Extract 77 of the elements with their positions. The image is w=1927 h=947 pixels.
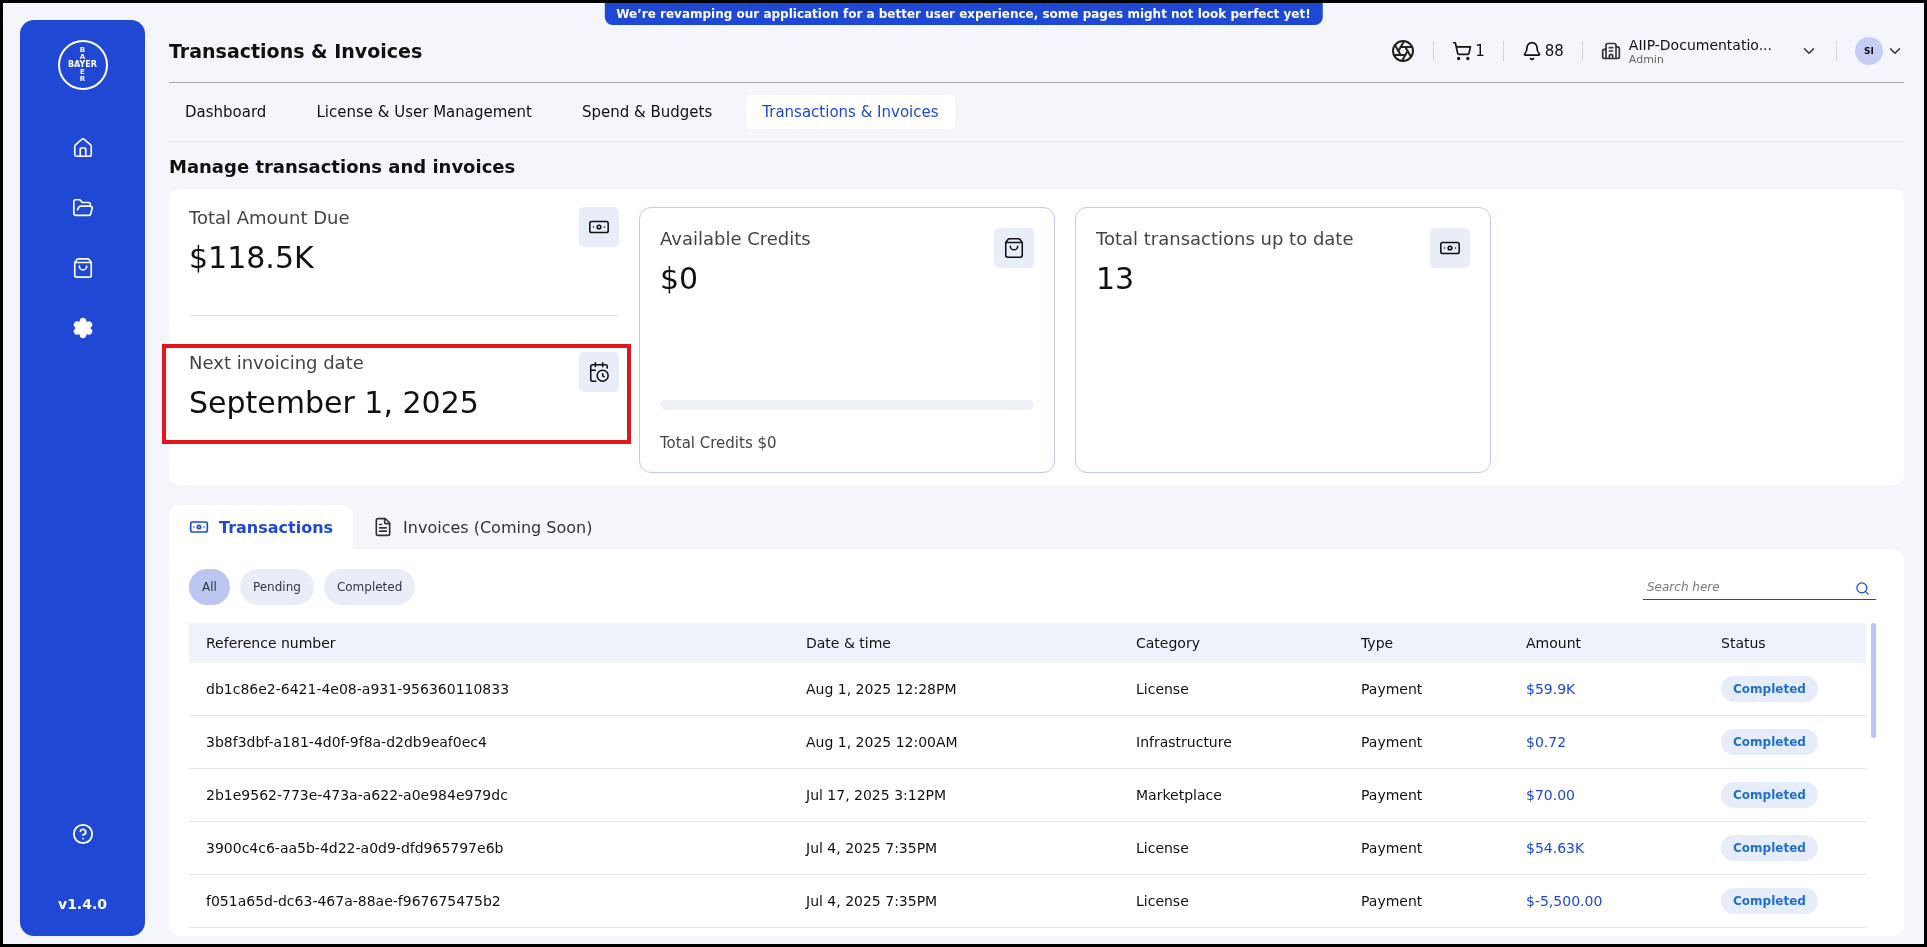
announcement-banner: We’re revamping our application for a better user experience, some pages might not look perfect yet!: [604, 3, 1323, 25]
version-label: v1.4.0: [58, 896, 107, 912]
stat-value: 13: [1096, 261, 1136, 296]
organization-name: AIIP-Documentatio...: [1628, 36, 1772, 53]
status-badge: Completed: [1721, 782, 1818, 808]
column-header: Status: [1704, 623, 1866, 663]
nav-tab[interactable]: License & User Management: [300, 95, 548, 129]
table-cell: f051a65d-dc63-467a-88ae-f967675475b2: [189, 875, 789, 928]
banknote-icon: [579, 207, 619, 247]
status-badge: Completed: [1721, 835, 1818, 861]
filter-chip[interactable]: All: [189, 569, 230, 605]
table-cell: 2b1e9562-773e-473a-a622-a0e984e979dc: [189, 769, 789, 822]
scrollbar[interactable]: [1871, 623, 1876, 738]
table-cell: 3900c4c6-aa5b-4d22-a0d9-dfd965797e6b: [189, 822, 789, 875]
table-cell: Aug 1, 2025 12:00AM: [789, 716, 1119, 769]
table-cell: License: [1119, 822, 1344, 875]
status-badge: Completed: [1721, 888, 1818, 914]
table-cell: Marketplace: [1119, 769, 1344, 822]
filter-chip[interactable]: Completed: [323, 569, 416, 605]
table-cell: Jul 4, 2025 7:35PM: [789, 875, 1119, 928]
table-cell: License: [1119, 875, 1344, 928]
building-icon: [1600, 41, 1621, 61]
stat-label: Available Credits: [660, 228, 811, 249]
amount-cell: $0.72: [1509, 716, 1704, 769]
table-cell: Payment: [1344, 875, 1509, 928]
stat-value: September 1, 2025: [189, 385, 479, 420]
stat-value: $0: [660, 261, 700, 296]
stat-label: Total transactions up to date: [1096, 228, 1354, 249]
bell-icon: [1521, 41, 1542, 61]
bag-icon: [994, 228, 1034, 268]
page-title: Transactions & Invoices: [169, 40, 424, 62]
filter-chip[interactable]: Pending: [239, 569, 314, 605]
nav-tab[interactable]: Transactions & Invoices: [746, 95, 955, 129]
cart-icon: [1452, 41, 1473, 61]
column-header: Type: [1344, 623, 1509, 663]
amount-cell: $70.00: [1509, 769, 1704, 822]
banknote-icon: [1430, 228, 1470, 268]
amount-cell: $-5,500.00: [1509, 875, 1704, 928]
content-tab[interactable]: Invoices (Coming Soon): [353, 505, 613, 549]
total-credits-text: Total Credits $0: [660, 434, 778, 452]
table-cell: Payment: [1344, 769, 1509, 822]
table-cell: Payment: [1344, 822, 1509, 875]
organization-role: Admin: [1628, 52, 1665, 66]
table-cell: Jul 17, 2025 3:12PM: [789, 769, 1119, 822]
table-cell: License: [1119, 663, 1344, 716]
column-header: Date & time: [789, 623, 1119, 663]
table-cell: Aug 1, 2025 12:28PM: [789, 663, 1119, 716]
nav-tab[interactable]: Spend & Budgets: [565, 95, 729, 129]
notifications-button[interactable]: 88: [1503, 41, 1582, 61]
help-icon: [71, 823, 94, 845]
table-cell: Infrastructure: [1119, 716, 1344, 769]
table-cell: Payment: [1344, 716, 1509, 769]
column-header: Reference number: [189, 623, 789, 663]
table-cell: Payment: [1344, 663, 1509, 716]
amount-cell: $59.9K: [1509, 663, 1704, 716]
stat-label: Total Amount Due: [189, 207, 350, 228]
amount-cell: $54.63K: [1509, 822, 1704, 875]
cart-button[interactable]: 1: [1434, 41, 1503, 61]
document-icon: [373, 517, 394, 537]
status-badge: Completed: [1721, 729, 1818, 755]
calendar-icon: [579, 352, 619, 392]
organization-selector[interactable]: AIIP-Documentatio... Admin: [1582, 36, 1836, 66]
search-icon[interactable]: [1855, 580, 1870, 596]
section-title: Manage transactions and invoices: [169, 156, 517, 177]
table-cell: 3b8f3dbf-a181-4d0f-9f8a-d2db9eaf0ec4: [189, 716, 789, 769]
status-badge: Completed: [1721, 676, 1818, 702]
aperture-icon: [1391, 39, 1416, 63]
table-cell: Jul 4, 2025 7:35PM: [789, 822, 1119, 875]
column-header: Category: [1119, 623, 1344, 663]
stat-label: Next invoicing date: [189, 352, 365, 373]
content-tab[interactable]: Transactions: [169, 505, 354, 549]
nav-tab[interactable]: Dashboard: [169, 95, 283, 129]
stat-value: $118.5K: [189, 240, 315, 275]
avatar: SI: [1855, 37, 1883, 65]
table-cell: db1c86e2-6421-4e08-a931-956360110833: [189, 663, 789, 716]
user-menu-button[interactable]: SI: [1837, 37, 1904, 65]
column-header: Amount: [1509, 623, 1704, 663]
